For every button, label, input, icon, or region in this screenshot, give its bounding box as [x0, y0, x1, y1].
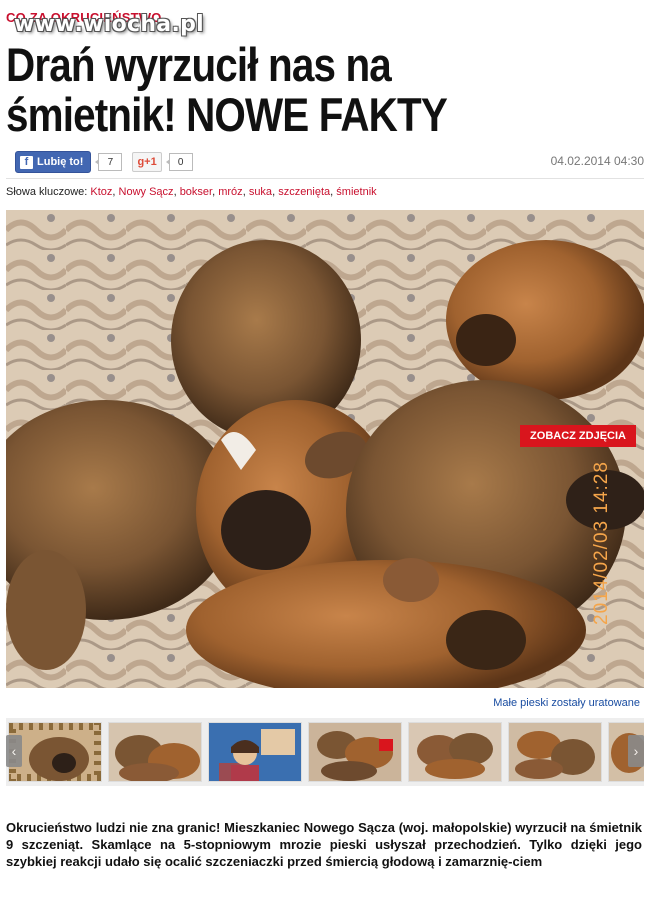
- article-title: Drań wyrzucił nas na śmietnik! NOWE FAKT…: [6, 38, 448, 141]
- keyword-link[interactable]: Ktoz: [90, 186, 112, 198]
- keywords-row: Słowa kluczowe: Ktoz, Nowy Sącz, bokser,…: [6, 186, 377, 198]
- article-lead: Okrucieństwo ludzi nie zna granic! Miesz…: [6, 820, 642, 869]
- keyword-link[interactable]: szczenięta: [278, 186, 330, 198]
- divider: [6, 178, 644, 179]
- facebook-like-label: Lubię to!: [37, 156, 84, 168]
- photo-caption: Małe pieski zostały uratowane: [493, 697, 640, 709]
- thumbnail[interactable]: [508, 722, 602, 782]
- keyword-link[interactable]: śmietnik: [336, 186, 376, 198]
- puppies-photo: [6, 210, 644, 688]
- google-plus-count: 0: [165, 153, 193, 171]
- keyword-link[interactable]: mróz: [218, 186, 242, 198]
- photo-date-stamp: 2014/02/03 14:28: [591, 461, 612, 625]
- thumbnail[interactable]: [108, 722, 202, 782]
- facebook-like-button[interactable]: f Lubię to!: [15, 151, 92, 173]
- thumbnail[interactable]: [208, 722, 302, 782]
- gallery-prev-arrow[interactable]: ‹: [6, 735, 22, 767]
- facebook-like-count: 7: [95, 153, 123, 171]
- keywords-label: Słowa kluczowe:: [6, 186, 88, 198]
- thumbnail-strip: ‹ ›: [6, 718, 644, 786]
- keyword-link[interactable]: Nowy Sącz: [119, 186, 174, 198]
- keyword-link[interactable]: bokser: [180, 186, 212, 198]
- social-bar: f Lubię to! 7 g+1 0: [15, 151, 193, 173]
- thumbnail[interactable]: [8, 722, 102, 782]
- facebook-icon: f: [20, 155, 33, 169]
- watermark: www.wiocha.pl: [14, 12, 204, 37]
- article-date: 04.02.2014 04:30: [550, 154, 644, 168]
- thumbnail[interactable]: [308, 722, 402, 782]
- see-photos-button[interactable]: ZOBACZ ZDJĘCIA: [520, 425, 636, 447]
- thumbnail[interactable]: [408, 722, 502, 782]
- main-photo[interactable]: ZOBACZ ZDJĘCIA 2014/02/03 14:28: [6, 210, 644, 688]
- keyword-link[interactable]: suka: [249, 186, 272, 198]
- gallery-next-arrow[interactable]: ›: [628, 735, 644, 767]
- google-plus-button[interactable]: g+1: [132, 152, 162, 172]
